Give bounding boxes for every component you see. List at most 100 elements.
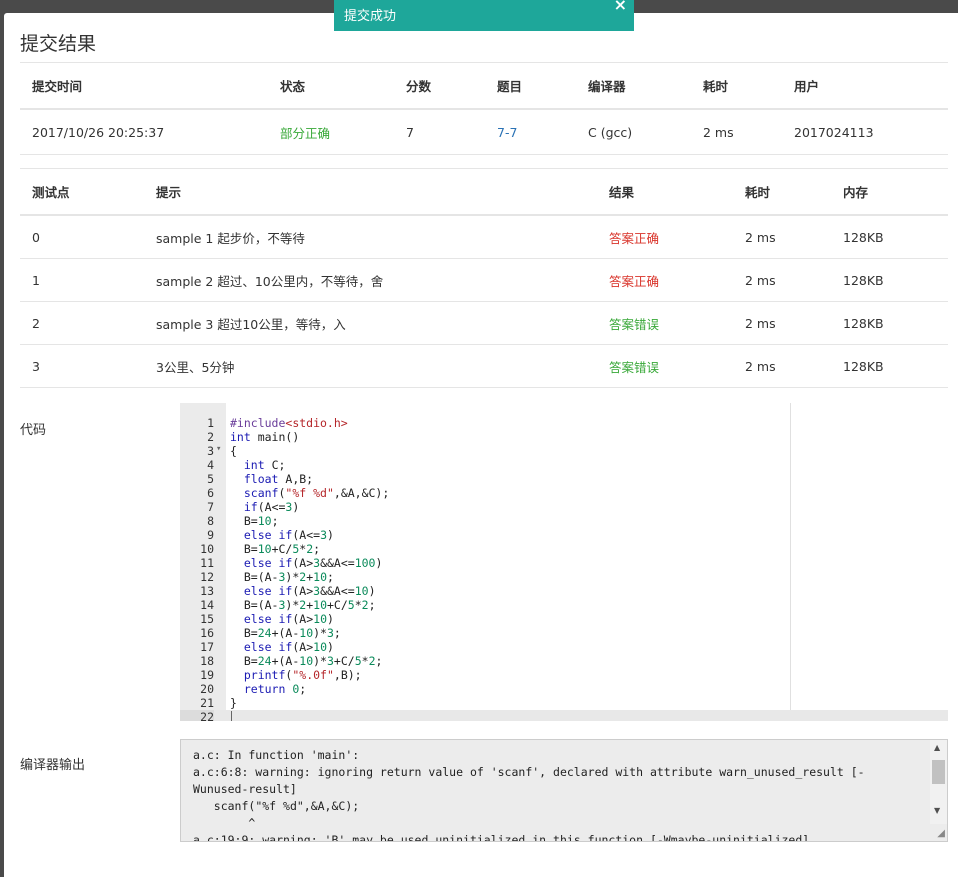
success-toast: 提交成功 ×: [334, 0, 634, 31]
code-text: scanf("%f %d",&A,&C);: [243, 486, 390, 500]
code-line: 7 if(A<=3): [180, 500, 948, 514]
fold-icon[interactable]: ▾: [216, 444, 221, 454]
line-number: 15: [200, 612, 214, 626]
code-text: else if(A>3&&A<=10): [243, 584, 376, 598]
line-number: 3: [207, 444, 214, 458]
line-number: 1: [207, 416, 214, 430]
test-time: 2 ms: [733, 258, 831, 302]
line-number: 14: [200, 598, 214, 612]
col-score: 分数: [394, 62, 485, 110]
code-line: 8 B=10;: [180, 514, 948, 528]
test-time: 2 ms: [733, 215, 831, 259]
test-id: 2: [20, 301, 144, 345]
test-memory: 128KB: [831, 301, 948, 345]
code-text: int C;: [243, 458, 286, 472]
submit-time: 2017/10/26 20:25:37: [20, 109, 268, 155]
code-text: B=10;: [230, 514, 279, 528]
code-text: else if(A<=3): [243, 528, 334, 542]
scroll-down-icon[interactable]: ▼: [934, 806, 940, 815]
code-line: 2 int main(): [180, 430, 948, 444]
code-text: #include<stdio.h>: [230, 416, 348, 430]
duration: 2 ms: [691, 109, 782, 155]
test-hint: sample 3 超过10公里，等待，入: [144, 301, 597, 345]
line-number: 13: [200, 584, 214, 598]
code-text: float A,B;: [243, 472, 314, 486]
code-line: 20 return 0;: [180, 682, 948, 696]
line-number: 12: [200, 570, 214, 584]
table-header-row: 提交时间 状态 分数 题目 编译器 耗时 用户: [20, 62, 948, 110]
col-test-point: 测试点: [20, 168, 144, 216]
test-result: 答案正确: [597, 258, 733, 302]
code-text: B=24+(A-10)*3+C/5*2;: [230, 654, 383, 668]
status-badge: 部分正确: [268, 109, 394, 155]
line-number: 7: [207, 500, 214, 514]
line-number: 20: [200, 682, 214, 696]
line-number: 6: [207, 486, 214, 500]
line-number: 10: [200, 542, 214, 556]
dialog-title: 提交结果: [20, 33, 97, 55]
table-row: 2 sample 3 超过10公里，等待，入 答案错误 2 ms 128KB: [20, 301, 948, 345]
resize-handle-icon[interactable]: ◢: [937, 828, 945, 839]
test-memory: 128KB: [831, 215, 948, 259]
col-duration: 耗时: [691, 62, 782, 110]
compiler-output-box[interactable]: a.c: In function 'main': a.c:6:8: warnin…: [180, 739, 948, 842]
code-text: B=10+C/5*2;: [230, 542, 321, 556]
line-number: 4: [207, 458, 214, 472]
code-line: 10 B=10+C/5*2;: [180, 542, 948, 556]
line-number: 11: [200, 556, 214, 570]
code-line: 12 B=(A-3)*2+10;: [180, 570, 948, 584]
code-text: B=(A-3)*2+10+C/5*2;: [230, 598, 376, 612]
scrollbar[interactable]: ▲ ▼: [930, 740, 947, 824]
test-id: 3: [20, 344, 144, 388]
code-text: }: [230, 696, 237, 710]
code-line: 18 B=24+(A-10)*3+C/5*2;: [180, 654, 948, 668]
test-hint: sample 2 超过、10公里内，不等待，舍: [144, 258, 597, 302]
code-text: int main(): [230, 430, 300, 444]
text-cursor: [231, 711, 232, 721]
code-text: else if(A>10): [243, 640, 334, 654]
col-time: 耗时: [733, 168, 831, 216]
code-line: 13 else if(A>3&&A<=10): [180, 584, 948, 598]
code-line: 14 B=(A-3)*2+10+C/5*2;: [180, 598, 948, 612]
test-memory: 128KB: [831, 344, 948, 388]
line-number: 22: [180, 710, 214, 721]
line-number: 17: [200, 640, 214, 654]
test-hint: sample 1 起步价，不等待: [144, 215, 597, 259]
table-header-row: 测试点 提示 结果 耗时 内存: [20, 168, 948, 216]
score: 7: [394, 109, 485, 155]
compiler: C (gcc): [576, 109, 691, 155]
scroll-up-icon[interactable]: ▲: [934, 743, 940, 752]
problem-link[interactable]: 7-7: [485, 109, 576, 155]
col-user: 用户: [782, 62, 948, 110]
col-problem: 题目: [485, 62, 576, 110]
toast-message: 提交成功: [344, 9, 397, 24]
test-id: 1: [20, 258, 144, 302]
col-submit-time: 提交时间: [20, 62, 268, 110]
code-text: {: [230, 444, 237, 458]
table-row: 0 sample 1 起步价，不等待 答案正确 2 ms 128KB: [20, 215, 948, 259]
code-line: 22: [180, 710, 948, 721]
table-row: 2017/10/26 20:25:37 部分正确 7 7-7 C (gcc) 2…: [20, 109, 948, 155]
code-text: if(A<=3): [243, 500, 300, 514]
close-icon[interactable]: ×: [614, 0, 627, 14]
code-line: 16 B=24+(A-10)*3;: [180, 626, 948, 640]
code-text: else if(A>3&&A<=100): [243, 556, 383, 570]
code-editor[interactable]: 1 #include<stdio.h> 2 int main() 3 ▾ {4 int C;…: [180, 403, 948, 721]
code-line: 4 int C;: [180, 458, 948, 472]
code-line: 1 #include<stdio.h>: [180, 416, 948, 430]
table-row: 1 sample 2 超过、10公里内，不等待，舍 答案正确 2 ms 128K…: [20, 258, 948, 302]
code-line: 3 ▾ {: [180, 444, 948, 458]
compiler-output-text: a.c: In function 'main': a.c:6:8: warnin…: [193, 748, 865, 842]
code-text: printf("%.0f",B);: [243, 668, 362, 682]
test-time: 2 ms: [733, 344, 831, 388]
col-status: 状态: [268, 62, 394, 110]
test-memory: 128KB: [831, 258, 948, 302]
scroll-thumb[interactable]: [932, 760, 945, 784]
code-line: 21}: [180, 696, 948, 710]
code-line: 15 else if(A>10): [180, 612, 948, 626]
line-number: 8: [207, 514, 214, 528]
line-number: 2: [207, 430, 214, 444]
table-row: 3 3公里、5分钟 答案错误 2 ms 128KB: [20, 344, 948, 388]
code-line: 5 float A,B;: [180, 472, 948, 486]
line-number: 16: [200, 626, 214, 640]
